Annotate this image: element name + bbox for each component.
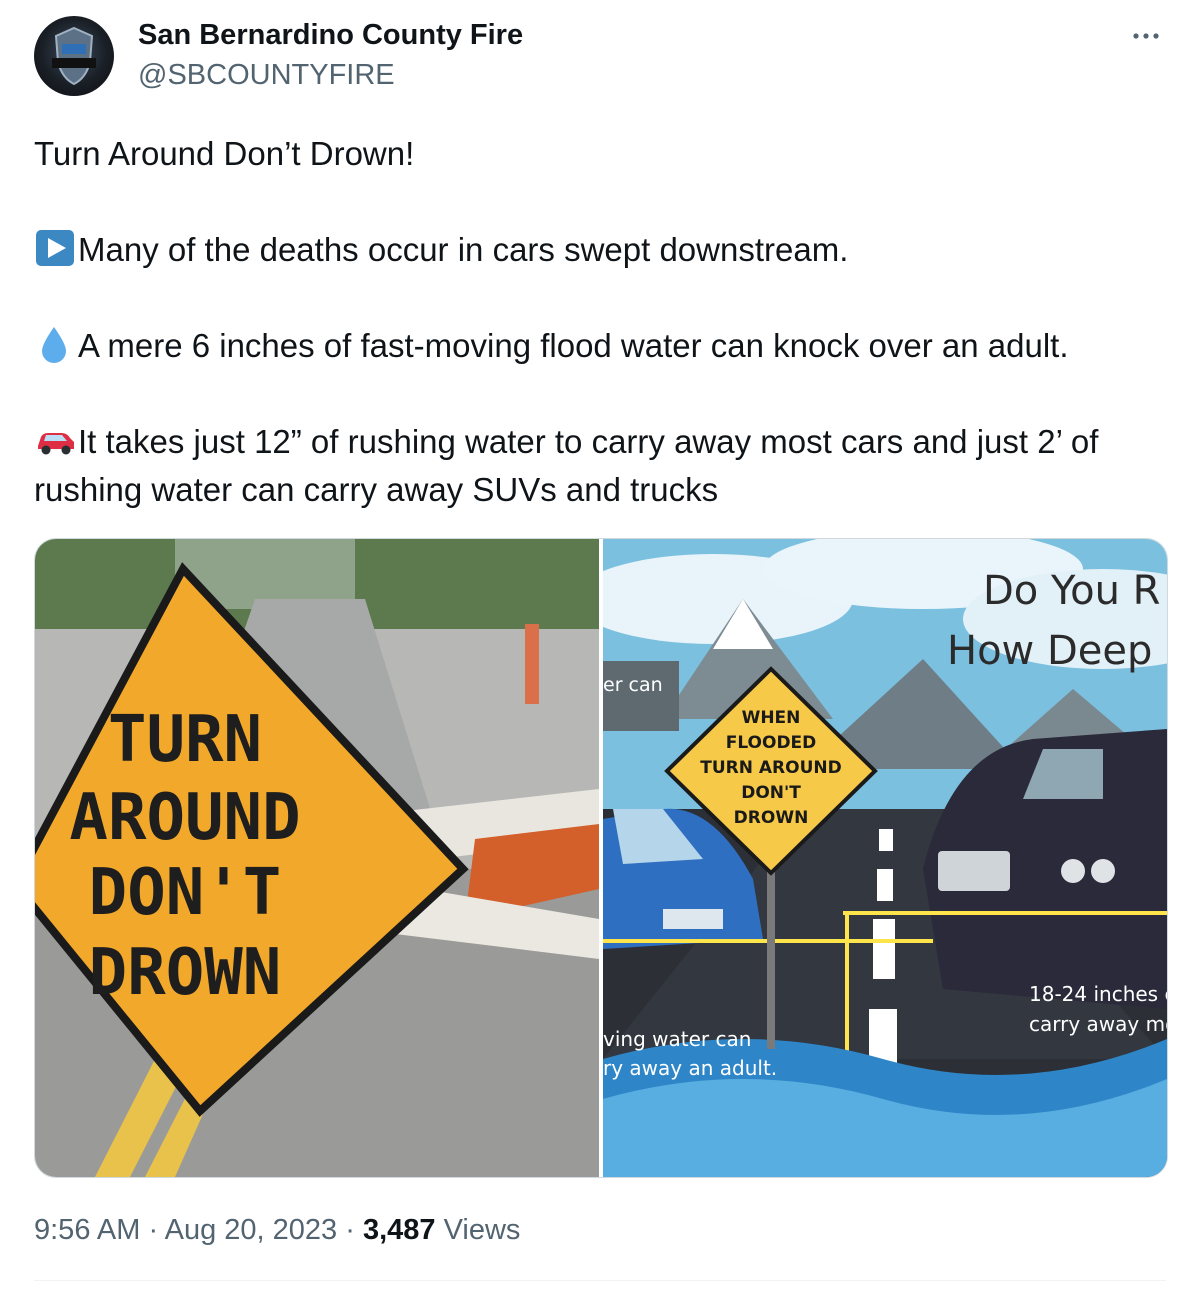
infographic-sign-line-5: DROWN — [734, 808, 809, 828]
tweet-point-1: Many of the deaths occur in cars swept d… — [34, 226, 1174, 274]
infographic-sign-line-1: WHEN — [742, 708, 801, 728]
divider — [34, 1280, 1166, 1281]
tweet-point-text: A mere 6 inches of fast-moving flood wat… — [78, 327, 1069, 364]
avatar[interactable] — [34, 16, 114, 96]
author-name[interactable]: San Bernardino County Fire — [138, 16, 523, 54]
infographic-title-line-1: Do You R — [983, 568, 1160, 614]
tweet-time[interactable]: 9:56 AM — [34, 1214, 140, 1246]
caption-left-line-2: ry away an adult. — [603, 1056, 777, 1080]
droplet-icon — [34, 324, 78, 364]
infographic-sign-line-3: TURN AROUND — [700, 758, 841, 778]
tweet-text: Turn Around Don’t Drown! Many of the dea… — [34, 130, 1174, 514]
tweet-point-3: It takes just 12” of rushing water to ca… — [34, 418, 1174, 514]
infographic-title-line-2: How Deep — [947, 628, 1152, 674]
box-top-text: er can — [603, 674, 663, 696]
more-options-icon[interactable] — [1128, 18, 1164, 54]
car-icon — [34, 420, 78, 460]
caption-left-line-1: ving water can — [603, 1027, 751, 1051]
caption-right-line-2: carry away mo — [1029, 1012, 1167, 1036]
media-photo-left[interactable]: TURN AROUND DON'T DROWN — [35, 539, 599, 1177]
sign-line-1: TURN — [108, 703, 262, 777]
tweet-date[interactable]: Aug 20, 2023 — [165, 1214, 338, 1246]
views-label: Views — [443, 1214, 521, 1246]
media-grid: TURN AROUND DON'T DROWN er can WHEN FLOO… — [34, 538, 1168, 1178]
infographic-sign-line-2: FLOODED — [726, 733, 817, 753]
caption-right-line-1: 18-24 inches c — [1029, 982, 1167, 1006]
author-handle[interactable]: @SBCOUNTYFIRE — [138, 56, 395, 94]
views-count: 3,487 — [362, 1214, 436, 1246]
fire-badge-icon — [52, 26, 96, 86]
tweet-headline: Turn Around Don’t Drown! — [34, 135, 415, 172]
tweet-point-2: A mere 6 inches of fast-moving flood wat… — [34, 322, 1174, 370]
flood-depth-infographic: er can WHEN FLOODED TURN AROUND DON'T DR… — [573, 539, 1167, 1177]
sign-line-4: DROWN — [89, 936, 282, 1010]
infographic-sign-line-4: DON'T — [741, 783, 801, 803]
tweet-meta: 9:56 AM · Aug 20, 2023 · 3,487 Views — [34, 1208, 520, 1252]
tweet-point-text: It takes just 12” of rushing water to ca… — [34, 423, 1099, 508]
separator: · — [148, 1214, 159, 1246]
media-infographic-right[interactable]: er can WHEN FLOODED TURN AROUND DON'T DR… — [573, 539, 1167, 1177]
sign-line-2: AROUND — [69, 781, 300, 855]
sign-line-3: DON'T — [89, 856, 282, 930]
separator: · — [345, 1214, 355, 1246]
play-button-icon — [34, 228, 78, 268]
tweet-point-text: Many of the deaths occur in cars swept d… — [78, 231, 849, 268]
turn-around-sign-photo: TURN AROUND DON'T DROWN — [35, 539, 599, 1177]
